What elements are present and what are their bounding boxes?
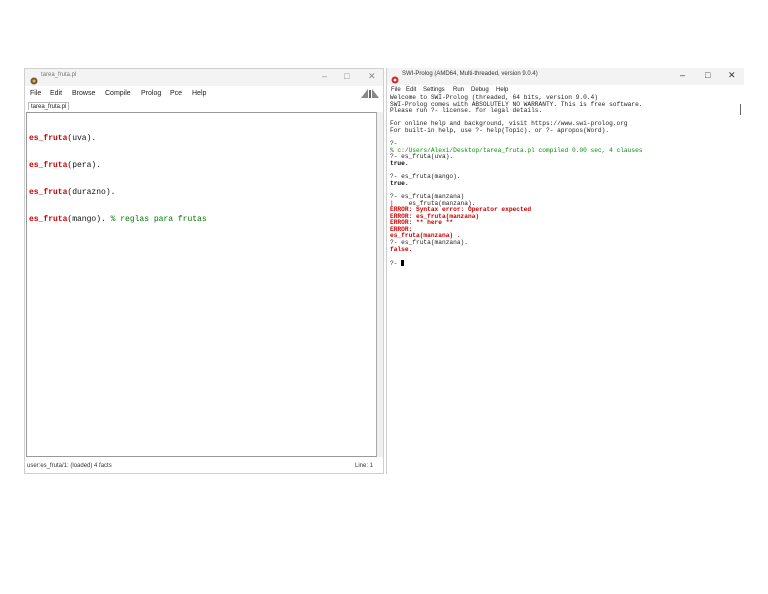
console-scroll-indicator[interactable] [740,104,741,115]
console-window: SWI-Prolog (AMD64, Multi-threaded, versi… [386,68,744,474]
menu-compile[interactable]: Compile [105,90,131,97]
menu-edit[interactable]: Edit [50,90,62,97]
editor-scrollbar[interactable] [377,112,383,457]
code-editor[interactable]: es_fruta(uva). es_fruta(pera). es_fruta(… [26,112,377,457]
console-line: ERROR: ** here ** [390,219,454,227]
status-text: user:es_fruta/1: (loaded) 4 facts [27,463,112,469]
prompt-text: ?- [390,259,402,267]
editor-title: tarea_fruta.pl [41,72,77,78]
editor-statusbar: user:es_fruta/1: (loaded) 4 facts Line: … [25,458,383,473]
console-prompt[interactable]: ?- [390,259,643,268]
console-line: false. [390,245,413,253]
console-line: true. [390,179,409,187]
menu-file[interactable]: File [30,90,41,97]
console-line: Please run ?- license. for legal details… [390,107,543,115]
console-title: SWI-Prolog (AMD64, Multi-threaded, versi… [402,71,538,77]
editor-titlebar[interactable]: tarea_fruta.pl – □ ✕ [25,69,383,86]
text-cursor [401,259,405,266]
close-icon[interactable]: ✕ [368,71,376,82]
console-line: ?- es_fruta(manzana). [390,239,468,247]
swipl-console-icon [391,71,399,84]
code-line: es_fruta(durazno). [29,188,116,197]
console-titlebar[interactable]: SWI-Prolog (AMD64, Multi-threaded, versi… [387,68,744,85]
code-line: es_fruta(mango). % reglas para frutas [29,215,207,224]
menu-debug[interactable]: Debug [471,87,489,93]
tab-tarea-fruta[interactable]: tarea_fruta.pl [28,102,70,110]
toolbar-arrows-icon[interactable] [361,89,379,100]
menu-help[interactable]: Help [496,87,508,93]
console-line: For built-in help, use ?- help(Topic). o… [390,126,610,134]
maximize-icon[interactable]: □ [705,70,710,81]
menu-pce[interactable]: Pce [170,90,182,97]
menu-file[interactable]: File [391,87,401,93]
code-content: es_fruta(uva). es_fruta(pera). es_fruta(… [29,116,207,242]
console-line: true. [390,159,409,167]
menu-help[interactable]: Help [192,90,206,97]
menu-run[interactable]: Run [453,87,464,93]
close-icon[interactable]: ✕ [728,70,736,81]
maximize-icon[interactable]: □ [344,71,349,82]
code-line: es_fruta(uva). [29,134,97,143]
menu-settings[interactable]: Settings [423,87,445,93]
console-output[interactable]: Welcome to SWI-Prolog (threaded, 64 bits… [390,94,643,268]
console-line: ?- es_fruta(mango). [390,173,461,181]
line-indicator: Line: 1 [354,463,373,469]
menu-prolog[interactable]: Prolog [141,90,161,97]
minimize-icon[interactable]: – [322,71,327,82]
console-line: ?- es_fruta(uva). [390,153,454,161]
swipl-editor-icon [30,72,38,85]
minimize-icon[interactable]: – [680,70,685,81]
menu-edit[interactable]: Edit [406,87,416,93]
code-line: es_fruta(pera). [29,161,102,170]
menu-browse[interactable]: Browse [72,90,95,97]
editor-menubar: File Edit Browse Compile Prolog Pce Help [25,87,383,101]
editor-window: tarea_fruta.pl – □ ✕ File Edit Browse Co… [24,68,384,474]
